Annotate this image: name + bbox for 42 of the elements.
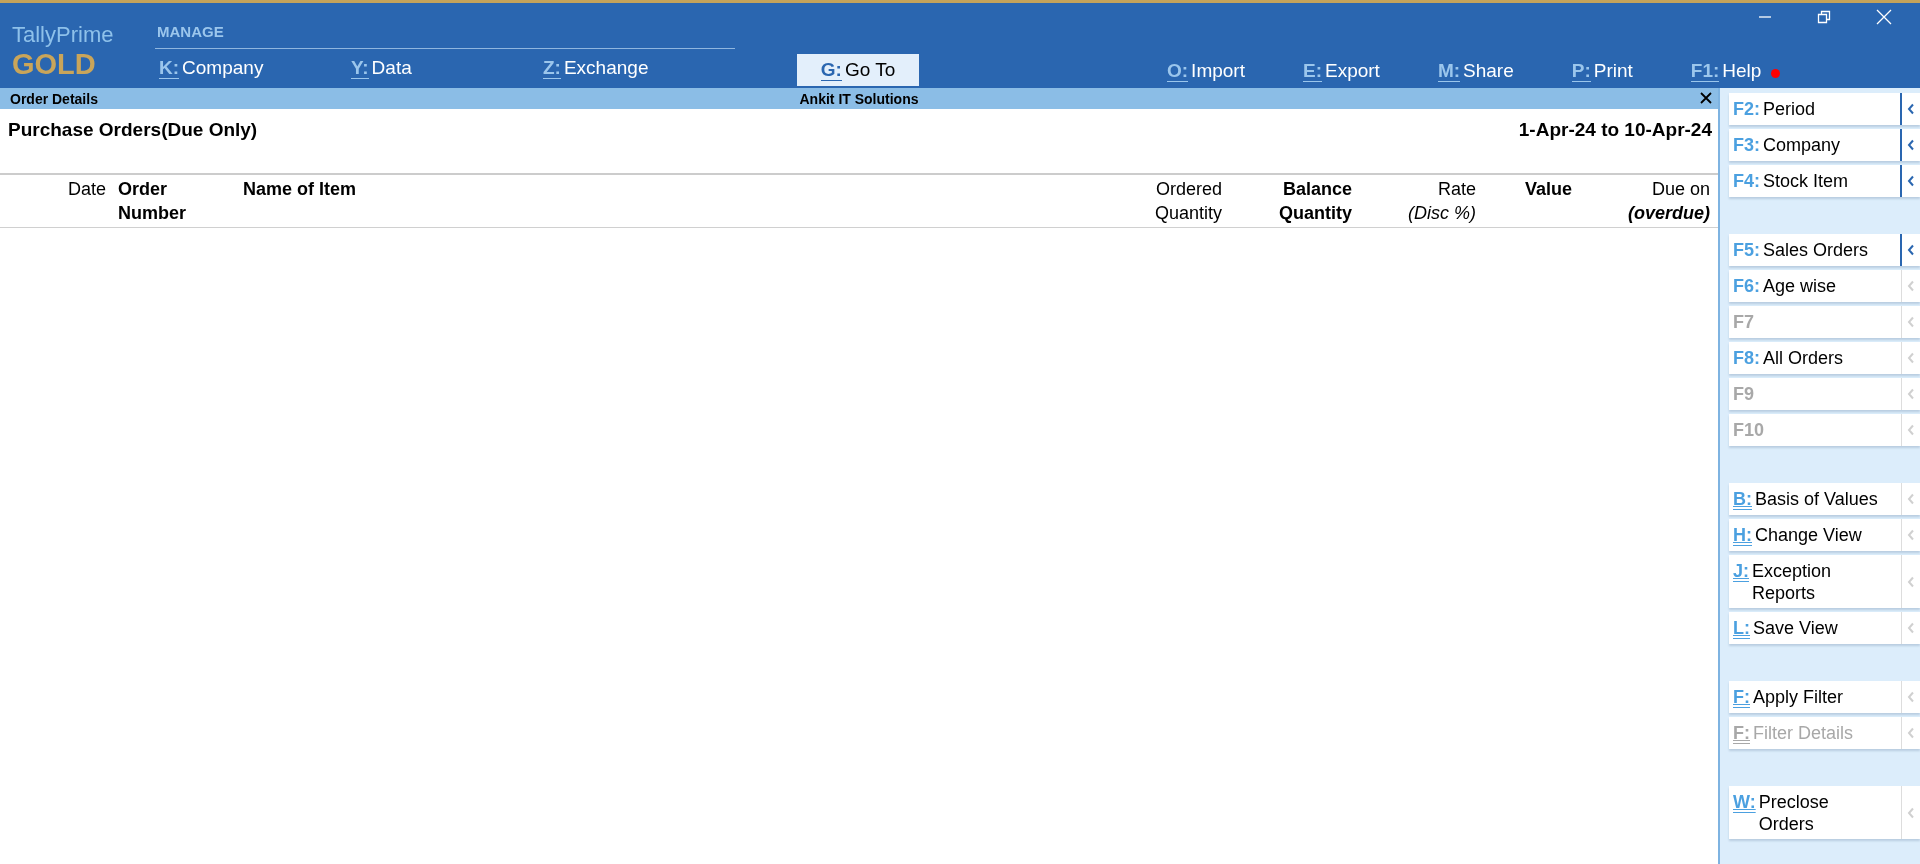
sidebar-button[interactable]: F5: Sales Orders [1729, 234, 1920, 266]
chevron-left-icon[interactable] [1907, 139, 1915, 151]
sidebar-button[interactable]: B: Basis of Values [1729, 483, 1920, 515]
column-header: Due on (overdue) [1627, 178, 1710, 225]
sidebar-button[interactable]: F6: Age wise [1729, 270, 1920, 302]
menu-item[interactable]: E:Export [1298, 58, 1384, 84]
product-name: TallyPrime [12, 22, 115, 48]
sidebar-button[interactable]: L: Save View [1729, 612, 1920, 644]
column-header: Order Number [118, 178, 187, 225]
menu-item[interactable]: Z:Exchange [539, 55, 731, 81]
column-header: Name of Item [243, 178, 358, 201]
restore-icon[interactable] [1817, 10, 1831, 24]
report-title: Purchase Orders(Due Only) [8, 119, 258, 142]
report-period: 1-Apr-24 to 10-Apr-24 [1518, 119, 1712, 142]
menu-item[interactable]: Y:Data [347, 55, 539, 81]
chevron-left-icon[interactable] [1907, 103, 1915, 115]
sidebar-button[interactable]: J: Exception Reports [1729, 555, 1920, 608]
sidebar-button[interactable]: W: Preclose Orders [1729, 786, 1920, 839]
company-name: Ankit IT Solutions [799, 90, 919, 107]
column-header: Value [1523, 178, 1572, 201]
column-header: Ordered Quantity [1153, 178, 1222, 225]
column-header: Balance Quantity [1278, 178, 1352, 225]
menu-item[interactable]: F1:Help [1686, 58, 1766, 84]
sidebar-button[interactable]: F4: Stock Item [1729, 165, 1920, 197]
menu-item[interactable]: M:Share [1433, 58, 1518, 84]
edition-name: GOLD [12, 48, 97, 80]
chevron-left-icon[interactable] [1907, 244, 1915, 256]
column-header: Rate (Disc %) [1407, 178, 1476, 225]
sidebar-button[interactable]: F: Apply Filter [1729, 681, 1920, 713]
close-icon[interactable] [1700, 92, 1712, 104]
sidebar-button[interactable]: F3: Company [1729, 129, 1920, 161]
menu-group-heading: MANAGE [155, 23, 735, 49]
sidebar-button[interactable]: F2: Period [1729, 93, 1920, 125]
menu-item[interactable]: K:Company [155, 55, 347, 81]
report-name: Order Details [10, 90, 98, 107]
menu-item[interactable]: P:Print [1567, 58, 1637, 84]
chevron-left-icon[interactable] [1907, 175, 1915, 187]
menu-item[interactable]: O:Import [1163, 58, 1249, 84]
sidebar-button[interactable]: H: Change View [1729, 519, 1920, 551]
column-header: Date [66, 178, 106, 201]
go-to-button[interactable]: G:Go To [797, 54, 919, 86]
sidebar-button[interactable]: F8: All Orders [1729, 342, 1920, 374]
